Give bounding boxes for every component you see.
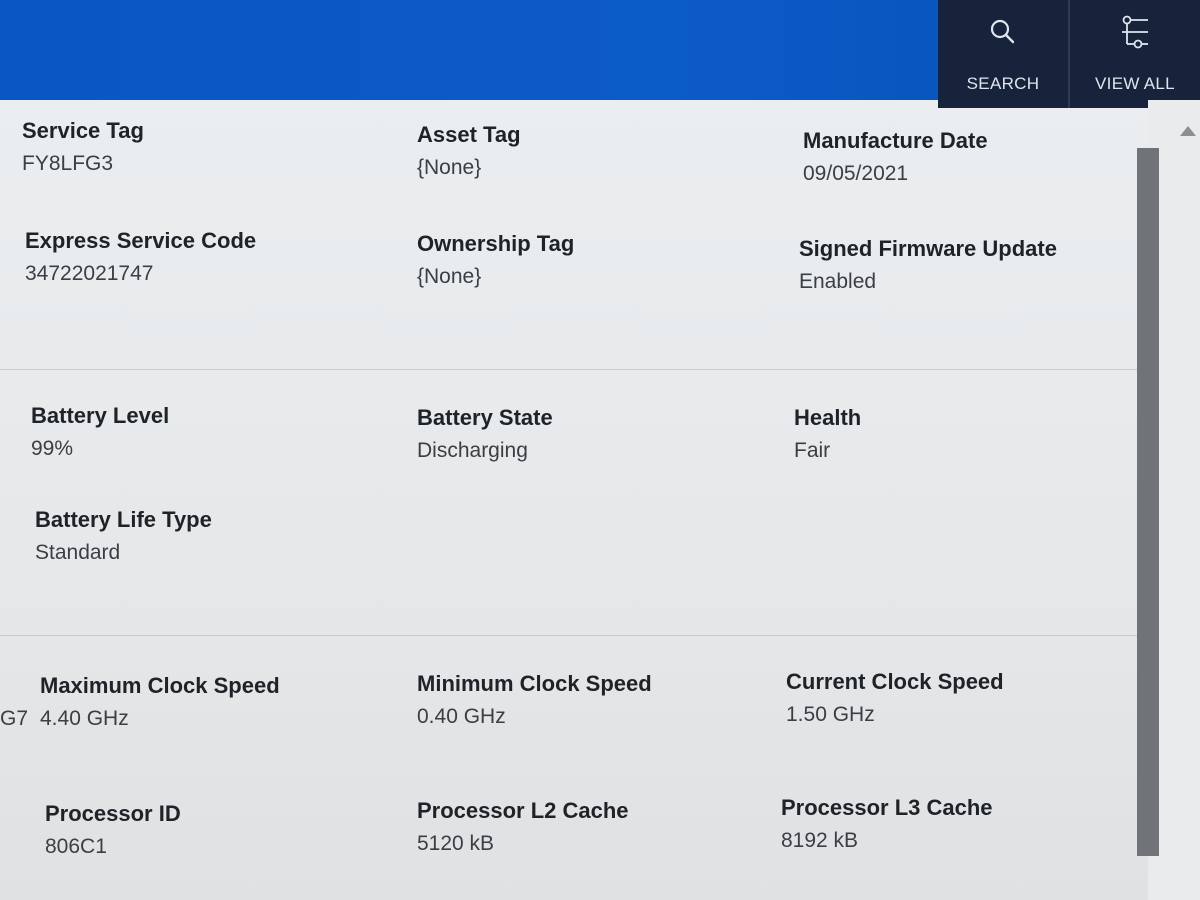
ownership-tag-field: Ownership Tag {None} <box>417 231 574 289</box>
field-label: Battery Level <box>31 403 170 428</box>
battery-state-field: Battery State Discharging <box>417 405 553 463</box>
system-information-screen: SEARCH VIEW ALL Service Tag FY8LFG3 Asse… <box>0 0 1200 900</box>
field-label: Service Tag <box>22 118 144 143</box>
service-tag-field: Service Tag FY8LFG3 <box>22 118 144 176</box>
battery-section: Battery Level 99% Battery State Discharg… <box>0 369 1145 636</box>
minimum-clock-speed-field: Minimum Clock Speed 0.40 GHz <box>417 671 652 729</box>
field-value: 4.40 GHz <box>40 707 129 730</box>
search-label: SEARCH <box>966 74 1040 93</box>
scrollbar-thumb[interactable] <box>1137 148 1159 856</box>
field-label: Processor L2 Cache <box>417 798 629 823</box>
field-label: Health <box>794 405 862 430</box>
battery-health-field: Health Fair <box>794 405 861 463</box>
manufacture-date-field: Manufacture Date 09/05/2021 <box>803 128 988 186</box>
field-value: 34722021747 <box>25 262 154 285</box>
field-label: Ownership Tag <box>417 231 575 256</box>
field-value: Enabled <box>799 270 877 293</box>
field-label: Express Service Code <box>25 228 257 253</box>
field-value: 99% <box>31 437 74 460</box>
field-label: Manufacture Date <box>803 128 988 153</box>
field-value: 09/05/2021 <box>803 162 909 185</box>
header-actions: SEARCH VIEW ALL <box>938 0 1200 108</box>
filter-list-icon <box>1117 14 1153 50</box>
field-label: Maximum Clock Speed <box>40 673 280 698</box>
field-value: 0.40 GHz <box>417 705 506 728</box>
field-value: 8192 kB <box>781 829 859 852</box>
field-label: Battery Life Type <box>35 507 212 532</box>
field-value: {None} <box>417 265 482 288</box>
field-value: {None} <box>417 156 482 179</box>
system-section: Service Tag FY8LFG3 Asset Tag {None} Man… <box>0 100 1145 368</box>
field-label: Processor L3 Cache <box>781 795 993 820</box>
battery-level-field: Battery Level 99% <box>31 403 169 461</box>
field-label: Battery State <box>417 405 553 430</box>
search-button[interactable]: SEARCH <box>938 0 1068 108</box>
asset-tag-field: Asset Tag {None} <box>417 122 521 180</box>
field-value: Discharging <box>417 439 528 462</box>
field-value: 5120 kB <box>417 832 495 855</box>
battery-life-type-field: Battery Life Type Standard <box>35 507 212 565</box>
field-value: 1.50 GHz <box>786 703 875 726</box>
maximum-clock-speed-field: Maximum Clock Speed 4.40 GHz <box>40 673 280 731</box>
processor-id-field: Processor ID 806C1 <box>45 801 181 859</box>
field-value: 806C1 <box>45 835 107 858</box>
details-panel: Service Tag FY8LFG3 Asset Tag {None} Man… <box>0 100 1145 900</box>
field-label: Current Clock Speed <box>786 669 1004 694</box>
field-label: Signed Firmware Update <box>799 236 1057 261</box>
current-clock-speed-field: Current Clock Speed 1.50 GHz <box>786 669 1004 727</box>
signed-firmware-update-field: Signed Firmware Update Enabled <box>799 236 1057 294</box>
field-value: Standard <box>35 541 121 564</box>
scroll-up-arrow-icon[interactable] <box>1180 126 1196 136</box>
field-label: Minimum Clock Speed <box>417 671 652 696</box>
view-all-button[interactable]: VIEW ALL <box>1068 0 1200 108</box>
truncated-text: G7 <box>0 707 29 730</box>
field-value: Fair <box>794 439 831 462</box>
search-icon <box>985 14 1021 50</box>
view-all-label: VIEW ALL <box>1095 74 1175 93</box>
field-label: Processor ID <box>45 801 181 826</box>
processor-l2-cache-field: Processor L2 Cache 5120 kB <box>417 798 629 856</box>
processor-section: G7 Maximum Clock Speed 4.40 GHz Minimum … <box>0 635 1145 900</box>
field-label: Asset Tag <box>417 122 521 147</box>
express-service-code-field: Express Service Code 34722021747 <box>25 228 256 286</box>
processor-l3-cache-field: Processor L3 Cache 8192 kB <box>781 795 993 853</box>
field-value: FY8LFG3 <box>22 152 114 175</box>
